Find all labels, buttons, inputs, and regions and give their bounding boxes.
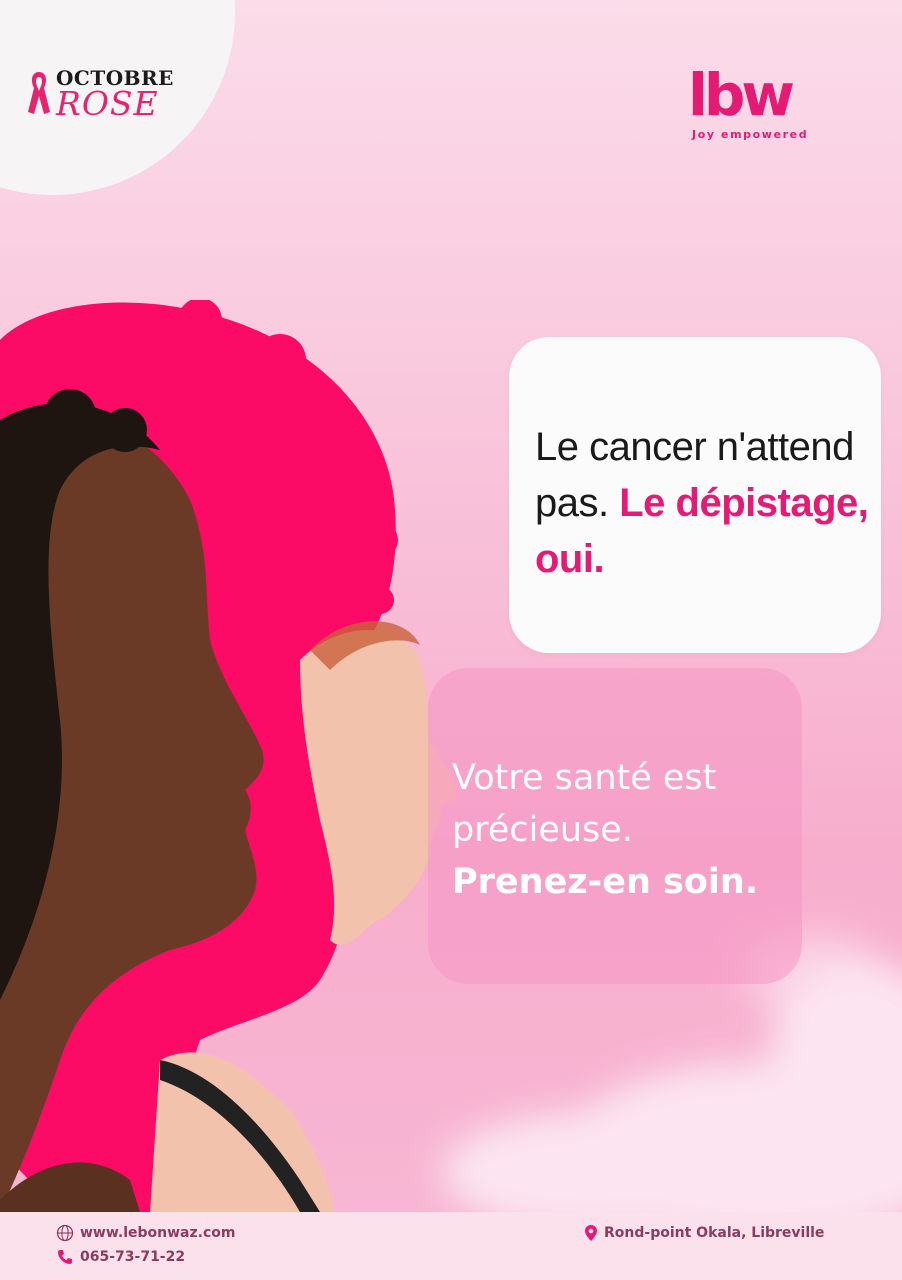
women-profile-illustration bbox=[0, 300, 456, 1212]
poster: OCTOBRE ROSE lbw Joy empowered Votre san… bbox=[0, 0, 902, 1212]
phone-icon bbox=[58, 1250, 72, 1264]
health-message-plain: Votre santé est précieuse. bbox=[452, 758, 717, 850]
footer-website-text: www.lebonwaz.com bbox=[80, 1225, 236, 1241]
location-pin-icon bbox=[585, 1225, 597, 1241]
ribbon-icon bbox=[28, 72, 50, 114]
campaign-word-rose: ROSE bbox=[56, 84, 159, 123]
footer-website[interactable]: www.lebonwaz.com bbox=[56, 1224, 235, 1242]
footer-address: Rond-point Okala, Libreville bbox=[584, 1224, 824, 1242]
screening-message: Le cancer n'attend pas. Le dépistage, ou… bbox=[535, 419, 875, 587]
footer-phone[interactable]: 065-73-71-22 bbox=[56, 1248, 185, 1266]
footer-address-text: Rond-point Okala, Libreville bbox=[604, 1225, 825, 1241]
brand-tagline: Joy empowered bbox=[692, 128, 809, 141]
contact-footer: www.lebonwaz.com 065-73-71-22 Rond-point… bbox=[0, 1212, 902, 1280]
brand-logo: lbw Joy empowered bbox=[688, 66, 828, 146]
footer-phone-text: 065-73-71-22 bbox=[80, 1249, 186, 1265]
health-message-bold: Prenez-en soin. bbox=[452, 862, 759, 902]
screening-message-card: Le cancer n'attend pas. Le dépistage, ou… bbox=[509, 337, 881, 653]
globe-icon bbox=[56, 1224, 74, 1242]
brand-mark: lbw bbox=[688, 61, 795, 129]
health-message: Votre santé est précieuse. Prenez-en soi… bbox=[452, 752, 792, 908]
health-message-card: Votre santé est précieuse. Prenez-en soi… bbox=[428, 668, 802, 984]
octobre-rose-logo: OCTOBRE ROSE bbox=[26, 66, 186, 126]
